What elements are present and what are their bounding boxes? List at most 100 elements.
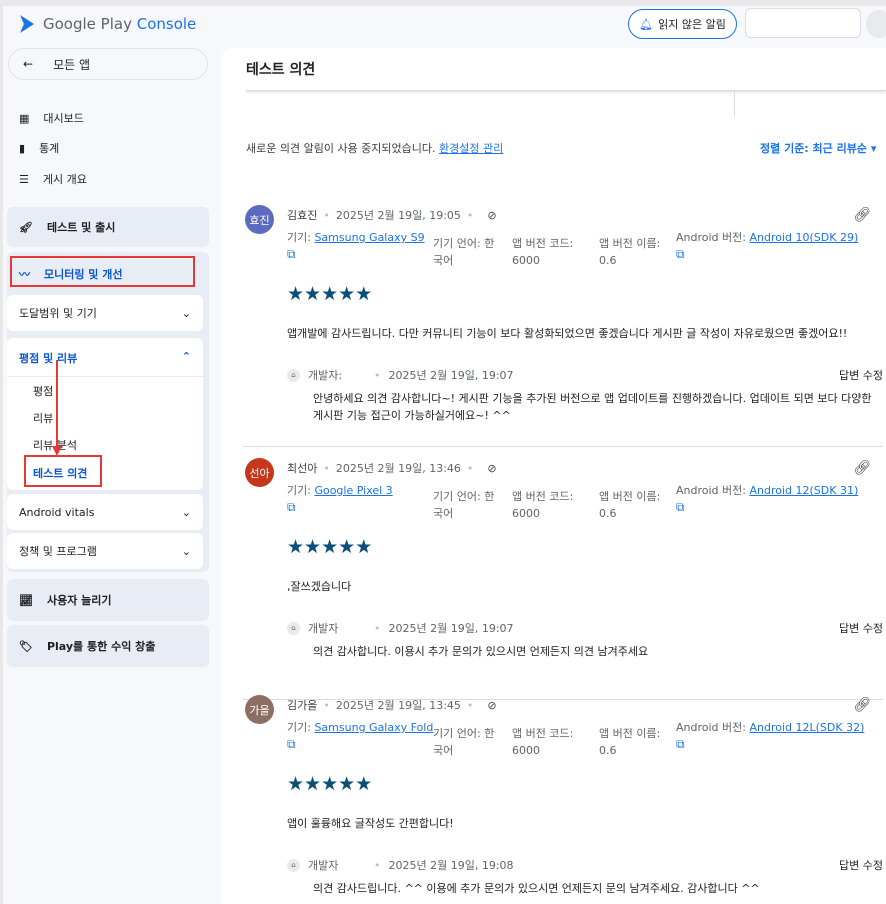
- star-icon: ★: [355, 283, 373, 305]
- sidebar-item-statistics[interactable]: ▮ 통계: [19, 140, 59, 156]
- label: 도달범위 및 기기: [19, 307, 97, 320]
- all-apps-label: 모든 앱: [53, 57, 90, 72]
- android-version-link[interactable]: Android 12L(SDK 32): [749, 721, 864, 734]
- edit-reply-button[interactable]: 답변 수정: [839, 857, 883, 873]
- help-button[interactable]: [866, 10, 886, 38]
- device-link[interactable]: Google Pixel 3: [314, 484, 392, 497]
- reviewer-name: 김가을: [287, 699, 318, 712]
- edit-reply-button[interactable]: 답변 수정: [839, 367, 883, 383]
- label: 앱 버전 코드:: [512, 490, 574, 503]
- star-icon: ★: [287, 536, 305, 558]
- open-external-icon[interactable]: ⧉: [287, 737, 296, 751]
- reply-date: 2025년 2월 19일, 19:08: [388, 859, 514, 872]
- star-rating: ★★★★★: [287, 773, 372, 795]
- all-apps-button[interactable]: ← 모든 앱: [8, 48, 208, 80]
- sidebar-item-reach-devices[interactable]: 도달범위 및 기기 ⌄: [7, 295, 203, 331]
- label: 테스트 및 출시: [46, 221, 116, 234]
- dashboard-icon: ▦: [19, 111, 30, 125]
- review-meta: 최선아 • 2025년 2월 19일, 13:46 • ⊘: [287, 461, 497, 476]
- hide-icon[interactable]: ⊘: [487, 699, 496, 712]
- chevron-down-icon: ⌄: [181, 505, 191, 519]
- sidebar-item-android-vitals[interactable]: Android vitals ⌄: [7, 494, 203, 530]
- android-version-link[interactable]: Android 12(SDK 31): [749, 484, 858, 497]
- sidebar-item-grow-users[interactable]: 📈︎ 사용자 늘리기: [7, 579, 209, 621]
- sort-label: 정렬 기준: 최근 리뷰순: [760, 142, 867, 155]
- sidebar-item-publishing[interactable]: ☰ 게시 개요: [19, 171, 87, 187]
- value: 6000: [512, 744, 540, 757]
- star-rating: ★★★★★: [287, 536, 372, 558]
- link-icon[interactable]: 🔗︎: [853, 460, 871, 476]
- star-icon: ★: [338, 536, 356, 558]
- developer-reply-header: ⌂ 개발자: • 2025년 2월 19일, 19:07 답변 수정: [287, 367, 883, 383]
- developer-label: 개발자: [308, 622, 339, 635]
- sidebar-item-ratings-reviews[interactable]: 평점 및 리뷰 ⌃: [7, 338, 203, 366]
- annotation-box-monitoring: [10, 256, 195, 287]
- star-icon: ★: [355, 536, 373, 558]
- open-external-icon[interactable]: ⧉: [287, 247, 296, 261]
- reviewer-name: 최선아: [287, 462, 318, 475]
- reply-date: 2025년 2월 19일, 19:07: [388, 622, 514, 635]
- review-item: 선아 최선아 • 2025년 2월 19일, 13:46 • ⊘ 🔗︎ 기기: Goog…: [243, 458, 885, 700]
- open-external-icon[interactable]: ⧉: [676, 737, 685, 751]
- logo-console-text: Console: [136, 15, 197, 33]
- sort-dropdown[interactable]: 정렬 기준: 최근 리뷰순 ▾: [760, 140, 876, 156]
- sidebar-item-policy[interactable]: 정책 및 프로그램 ⌄: [7, 533, 203, 569]
- value: 0.6: [599, 507, 617, 520]
- sidebar-item-monetize[interactable]: 🏷︎ Play를 통한 수익 창출: [7, 625, 209, 667]
- label: 통계: [39, 142, 60, 155]
- play-console-window: Google Play Console 🔔︎ 읽지 않은 알림 ← 모든 앱 ▦…: [3, 6, 886, 904]
- language-field: 기기 언어: 한국어: [433, 235, 497, 269]
- notification-disabled-notice: 새로운 의견 알림이 사용 중지되었습니다. 환경설정 관리: [246, 140, 503, 156]
- language-field: 기기 언어: 한국어: [433, 725, 497, 759]
- device-link[interactable]: Samsung Galaxy S9: [314, 231, 424, 244]
- label: Android vitals: [19, 505, 95, 519]
- developer-icon: ⌂: [287, 858, 300, 872]
- value: 0.6: [599, 254, 617, 267]
- arrow-left-icon: ←: [23, 57, 34, 71]
- sidebar-item-test-release[interactable]: 🚀︎ 테스트 및 출시: [7, 207, 209, 247]
- review-meta: 김효진 • 2025년 2월 19일, 19:05 • ⊘: [287, 208, 497, 223]
- developer-label: 개발자:: [308, 369, 343, 382]
- open-external-icon[interactable]: ⧉: [287, 500, 296, 514]
- play-console-logo[interactable]: Google Play Console: [17, 14, 196, 34]
- star-icon: ★: [355, 773, 373, 795]
- unread-notifications-button[interactable]: 🔔︎ 읽지 않은 알림: [628, 9, 737, 39]
- open-external-icon[interactable]: ⧉: [676, 500, 685, 514]
- annotation-arrow-icon: [52, 360, 62, 456]
- label: 대시보드: [43, 112, 84, 125]
- star-icon: ★: [304, 536, 322, 558]
- publish-overview-icon: ☰: [19, 172, 29, 186]
- reply-date: 2025년 2월 19일, 19:07: [388, 369, 514, 382]
- tag-icon: 🏷︎: [19, 639, 33, 653]
- star-icon: ★: [338, 773, 356, 795]
- hide-icon[interactable]: ⊘: [487, 209, 496, 222]
- chevron-down-icon: ⌄: [181, 306, 191, 320]
- bell-icon: 🔔︎: [639, 17, 654, 31]
- link-icon[interactable]: 🔗︎: [853, 697, 871, 713]
- version-code-field: 앱 버전 코드: 6000: [512, 725, 573, 759]
- link-icon[interactable]: 🔗︎: [853, 207, 871, 223]
- review-date: 2025년 2월 19일, 13:46: [335, 462, 461, 475]
- open-external-icon[interactable]: ⧉: [676, 247, 685, 261]
- label: 앱 버전 이름:: [599, 237, 661, 250]
- edit-reply-button[interactable]: 답변 수정: [839, 620, 883, 636]
- avatar: 효진: [245, 205, 274, 234]
- android-version-link[interactable]: Android 10(SDK 29): [749, 231, 858, 244]
- label: Android 버전:: [676, 484, 746, 497]
- divider: [243, 446, 883, 447]
- manage-settings-link[interactable]: 환경설정 관리: [439, 142, 503, 155]
- sidebar-item-dashboard[interactable]: ▦ 대시보드: [19, 110, 84, 126]
- version-name-field: 앱 버전 이름: 0.6: [599, 488, 660, 522]
- language-field: 기기 언어: 한국어: [433, 488, 497, 522]
- review-text: 앱개발에 감사드립니다. 다만 커뮤니티 기능이 보다 활성화되었으면 좋겠습니…: [287, 327, 848, 340]
- rocket-icon: 🚀︎: [19, 220, 33, 234]
- device-link[interactable]: Samsung Galaxy Fold: [314, 721, 433, 734]
- value: 6000: [512, 507, 540, 520]
- device-field: 기기: Samsung Galaxy S9 ⧉: [287, 229, 425, 263]
- star-rating: ★★★★★: [287, 283, 372, 305]
- star-icon: ★: [287, 283, 305, 305]
- device-field: 기기: Samsung Galaxy Fold ⧉: [287, 719, 433, 753]
- hide-icon[interactable]: ⊘: [487, 462, 496, 475]
- label: 기기 언어:: [433, 490, 481, 503]
- account-selector[interactable]: [745, 8, 861, 38]
